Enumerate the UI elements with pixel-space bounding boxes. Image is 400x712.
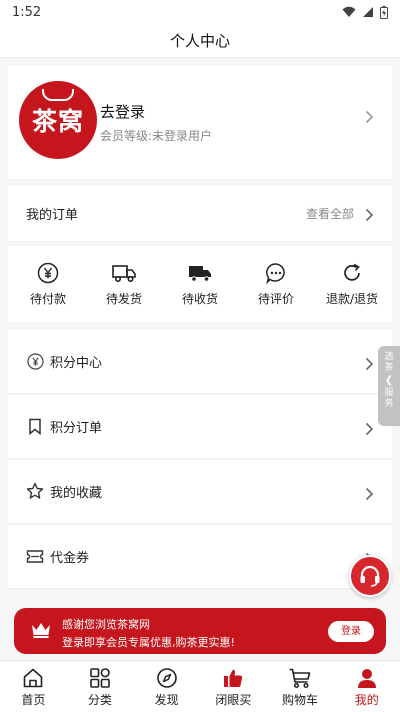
tab-label: 购物车 <box>282 693 319 707</box>
tab-blind-buy[interactable]: 闭眼买 <box>200 661 267 712</box>
menu-item-points-orders[interactable]: 积分订单 <box>8 395 392 459</box>
chevron-left-icon: ❮ <box>384 375 394 386</box>
page-title: 个人中心 <box>0 24 400 58</box>
order-item-label: 待评价 <box>257 291 294 306</box>
menu-item-points-center[interactable]: 积分中心 <box>8 330 392 394</box>
order-item-label: 退款/退货 <box>325 291 379 306</box>
side-tab-top-label: 选茶 <box>384 352 394 373</box>
order-item-label: 待付款 <box>29 291 66 306</box>
star-icon <box>26 482 44 500</box>
wifi-icon <box>342 6 356 17</box>
order-pending-review[interactable]: 待评价 <box>239 262 313 307</box>
banner-title: 感谢您浏览茶窝网 <box>62 618 150 631</box>
truck-outline-icon <box>112 262 136 284</box>
order-pending-shipment[interactable]: 待发货 <box>87 262 161 307</box>
menu-item-label: 代金券 <box>50 551 90 566</box>
battery-icon <box>380 5 388 19</box>
chevron-right-icon <box>365 108 374 129</box>
customer-service-button[interactable] <box>349 555 391 597</box>
chevron-right-icon <box>365 355 374 376</box>
profile-card[interactable]: 茶窝 去登录 会员等级:未登录用户 <box>8 66 392 180</box>
avatar-logo-text: 茶窝 <box>31 107 84 136</box>
order-pending-receipt[interactable]: 待收货 <box>163 262 237 307</box>
yen-circle-icon <box>26 352 44 370</box>
thumbs-up-icon <box>222 667 244 689</box>
tab-label: 闭眼买 <box>215 693 252 707</box>
crown-icon <box>30 621 52 643</box>
tab-cart[interactable]: 购物车 <box>267 661 334 712</box>
orders-header[interactable]: 我的订单 查看全部 <box>8 186 392 242</box>
tab-label: 分类 <box>88 693 113 707</box>
tea-selection-service-tab[interactable]: 选茶 ❮ 服务 <box>378 346 400 426</box>
headset-icon <box>360 565 380 587</box>
member-level: 会员等级:未登录用户 <box>100 129 213 143</box>
menu-item-favorites[interactable]: 我的收藏 <box>8 460 392 524</box>
banner-subtitle: 登录即享会员专属优惠,购茶更实惠! <box>62 636 235 649</box>
tab-category[interactable]: 分类 <box>67 661 134 712</box>
compass-icon <box>156 667 178 689</box>
menu-item-label: 积分中心 <box>50 356 103 371</box>
menu-item-label: 我的收藏 <box>50 486 103 501</box>
tab-label: 首页 <box>21 693 46 707</box>
bookmark-icon <box>26 417 44 435</box>
order-refund-return[interactable]: 退款/退货 <box>315 262 389 307</box>
login-promo-banner[interactable]: 感谢您浏览茶窝网 登录即享会员专属优惠,购茶更实惠! 登录 <box>14 608 386 654</box>
order-pending-payment[interactable]: 待付款 <box>11 262 85 307</box>
status-time: 1:52 <box>12 4 42 20</box>
side-tab-bottom-label: 服务 <box>384 388 394 409</box>
avatar-cup-mark <box>42 89 74 101</box>
tab-home[interactable]: 首页 <box>0 661 67 712</box>
tab-discover[interactable]: 发现 <box>133 661 200 712</box>
tab-mine[interactable]: 我的 <box>333 661 400 712</box>
status-bar: 1:52 <box>0 0 400 24</box>
home-icon <box>22 667 44 689</box>
chevron-right-icon <box>365 420 374 441</box>
orders-title: 我的订单 <box>26 208 79 223</box>
chat-bubble-icon <box>265 262 287 284</box>
refresh-icon <box>341 262 363 284</box>
tab-label: 发现 <box>154 693 179 707</box>
user-icon <box>356 667 378 689</box>
chevron-right-icon <box>365 485 374 506</box>
order-status-row: 待付款 待发货 待收货 待评价 退款/退货 <box>8 246 392 322</box>
order-item-label: 待收货 <box>181 291 218 306</box>
cart-icon <box>288 667 312 689</box>
banner-login-button[interactable]: 登录 <box>328 621 374 642</box>
chevron-right-icon <box>365 206 374 227</box>
signal-icon <box>363 7 373 17</box>
avatar[interactable]: 茶窝 <box>19 81 97 159</box>
coupon-icon <box>26 547 44 565</box>
bottom-tab-bar: 首页 分类 发现 闭眼买 购物车 我的 <box>0 660 400 712</box>
menu-item-label: 积分订单 <box>50 421 103 436</box>
menu-item-vouchers[interactable]: 代金券 <box>8 525 392 589</box>
grid-icon <box>89 667 111 689</box>
yen-icon <box>37 262 59 284</box>
tab-label: 我的 <box>354 693 379 707</box>
view-all-orders-link[interactable]: 查看全部 <box>306 205 354 222</box>
truck-filled-icon <box>188 262 212 284</box>
login-link[interactable]: 去登录 <box>100 101 145 122</box>
order-item-label: 待发货 <box>105 291 142 306</box>
